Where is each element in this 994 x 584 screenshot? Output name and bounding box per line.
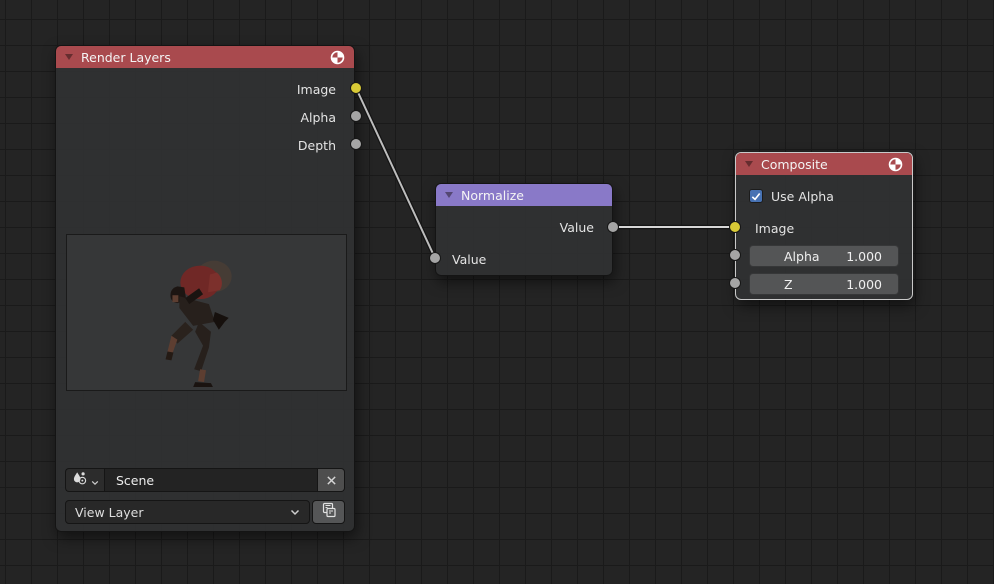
output-row: Value — [436, 213, 612, 241]
node-title: Normalize — [461, 188, 603, 203]
alpha-value-field[interactable]: Alpha 1.000 — [749, 245, 899, 267]
chevron-down-icon — [290, 509, 300, 516]
field-value: 1.000 — [846, 249, 882, 264]
view-layer-dropdown[interactable]: View Layer — [65, 500, 310, 524]
scene-selector-row: Scene — [65, 468, 345, 492]
scene-name-value: Scene — [116, 473, 154, 488]
normalize-header[interactable]: Normalize — [436, 184, 612, 206]
scene-clear-button[interactable] — [318, 468, 345, 492]
socket-normalize-value-input[interactable] — [429, 252, 441, 264]
socket-composite-image-input[interactable] — [729, 221, 741, 233]
sphere-quadrant-icon — [330, 50, 345, 65]
node-title: Composite — [761, 157, 880, 172]
output-label-alpha: Alpha — [300, 110, 336, 125]
view-layer-row: View Layer — [65, 500, 345, 524]
node-editor-canvas[interactable]: Render Layers Image Alpha Depth — [0, 0, 994, 584]
chevron-down-icon — [91, 471, 99, 490]
output-row: Depth — [56, 131, 354, 159]
socket-composite-alpha-input[interactable] — [729, 249, 741, 261]
input-label-value: Value — [452, 252, 486, 267]
output-row: Image — [56, 75, 354, 103]
input-row: Image — [736, 214, 912, 242]
view-layer-icon-button[interactable] — [312, 500, 345, 524]
use-alpha-label: Use Alpha — [771, 189, 834, 204]
socket-render-layers-image-output[interactable] — [350, 82, 362, 94]
input-label-image: Image — [755, 221, 794, 236]
z-value-field[interactable]: Z 1.000 — [749, 273, 899, 295]
socket-composite-z-input[interactable] — [729, 277, 741, 289]
render-layers-header[interactable]: Render Layers — [56, 46, 354, 68]
close-icon — [326, 471, 337, 490]
collapse-arrow-icon[interactable] — [65, 54, 73, 60]
preview-image — [66, 234, 347, 391]
output-row: Alpha — [56, 103, 354, 131]
composite-header[interactable]: Composite — [736, 153, 912, 175]
sphere-quadrant-icon — [888, 157, 903, 172]
socket-normalize-value-output[interactable] — [607, 221, 619, 233]
output-label-value: Value — [560, 220, 594, 235]
use-alpha-checkbox[interactable] — [749, 189, 763, 203]
normalize-node[interactable]: Normalize Value Value — [435, 183, 613, 276]
socket-render-layers-depth-output[interactable] — [350, 138, 362, 150]
socket-render-layers-alpha-output[interactable] — [350, 110, 362, 122]
scene-browse-button[interactable] — [65, 468, 104, 492]
output-label-image: Image — [297, 82, 336, 97]
field-value: 1.000 — [846, 277, 882, 292]
node-link[interactable] — [356, 88, 435, 258]
field-label: Alpha — [784, 249, 820, 264]
render-layers-node[interactable]: Render Layers Image Alpha Depth — [55, 45, 355, 532]
node-title: Render Layers — [81, 50, 322, 65]
collapse-arrow-icon[interactable] — [445, 192, 453, 198]
view-layer-value: View Layer — [75, 505, 144, 520]
use-alpha-row: Use Alpha — [736, 182, 912, 210]
field-label: Z — [784, 277, 793, 292]
output-label-depth: Depth — [298, 138, 336, 153]
input-row: Value — [436, 245, 612, 273]
composite-node[interactable]: Composite Use Alpha Image — [735, 152, 913, 300]
view-layer-icon — [321, 502, 337, 522]
checkmark-icon — [751, 189, 761, 204]
scene-name-field[interactable]: Scene — [104, 468, 318, 492]
scene-icon — [72, 471, 88, 490]
collapse-arrow-icon[interactable] — [745, 161, 753, 167]
